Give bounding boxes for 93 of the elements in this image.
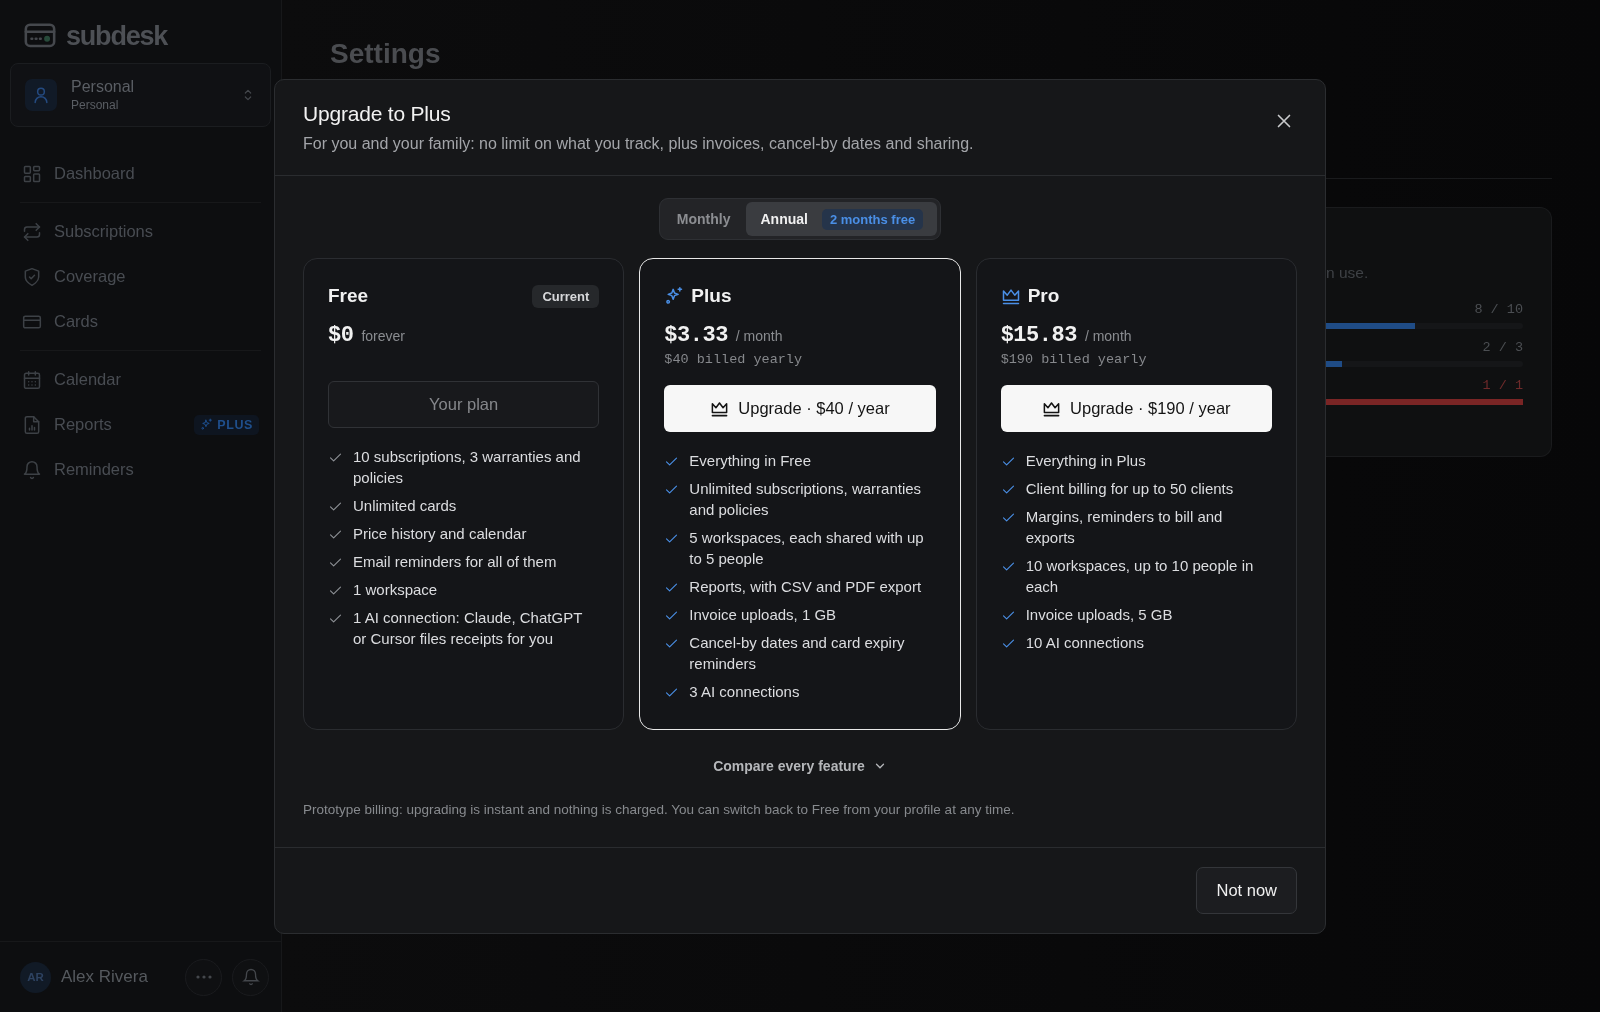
feature-text: 3 AI connections [689,682,800,702]
check-icon [1000,559,1016,574]
check-icon [1000,608,1016,623]
plan-price: $3.33 [664,323,728,348]
modal-title: Upgrade to Plus [303,102,452,126]
price-period: forever [361,328,405,344]
more-button[interactable] [185,958,222,996]
usage-reading: 2 / 3 [1482,340,1523,355]
bell-icon [22,459,42,480]
check-icon [328,527,343,542]
plan-price: $0 [328,323,354,348]
user-name: Alex Rivera [61,967,149,987]
plan-name: Free [328,285,370,307]
feature-text: 10 subscriptions, 3 warranties and policies [353,447,582,488]
billing-option[interactable]: Annual 2 months free [746,202,938,236]
workspace-switcher[interactable]: Personal Personal [10,63,271,127]
billed-note: $40 billed yearly [664,352,804,369]
feature-text: 10 AI connections [1025,633,1145,653]
check-icon [328,450,343,465]
plan-name: Pro [1027,285,1061,307]
feature-text: Unlimited cards [353,496,457,516]
check-icon [664,608,680,623]
plus-badge: PLUS [194,414,259,435]
feature-text: 5 workspaces, each shared with up to 5 people [689,528,925,569]
workspace-type: Personal [71,98,120,112]
compare-features-link[interactable]: Compare every feature [711,756,889,776]
check-icon [664,580,680,595]
logo-text: subdesk [66,20,168,52]
check-icon [1000,482,1016,497]
feature-text: 1 AI connection: Claude, ChatGPT or Cursor files receipts for you [353,608,584,649]
upgrade-button[interactable]: Upgrade · $40 / year [664,385,936,432]
usage-reading: 8 / 10 [1474,302,1523,317]
feature-text: Reports, with CSV and PDF export [689,577,922,597]
user-avatar: AR [20,961,51,993]
current-badge: Current [532,284,600,308]
document-icon [22,414,42,435]
feature-text: Client billing for up to 50 clients [1025,479,1234,499]
check-icon [328,499,343,514]
nav-item[interactable]: Coverage [10,254,271,299]
feature-text: 1 workspace [353,580,438,600]
sparkle-icon [200,418,214,431]
sparkle-icon [664,286,685,306]
bell-icon [241,968,260,986]
nav-item[interactable]: Calendar [10,357,271,402]
plan-price: $15.83 [1000,323,1077,348]
notifications-button[interactable] [232,958,269,996]
user-icon [25,79,57,111]
grid-icon [22,163,42,184]
check-icon [1000,510,1016,525]
feature-text: Invoice uploads, 5 GB [1025,605,1173,625]
feature-text: 10 workspaces, up to 10 people in each [1025,556,1255,597]
modal-subtitle: For you and your family: no limit on what you track, plus invoices, cancel-by dates and sharing. [303,135,975,153]
billing-note: Prototype billing: upgrading is instant and nothing is charged. You can switch back to Free from your profile at any time. [302,802,1016,817]
feature-text: Unlimited subscriptions, warranties and policies [689,479,923,520]
not-now-button[interactable]: Not now [1196,867,1297,914]
calendar-icon [22,369,42,390]
check-icon [1000,636,1016,651]
usage-reading: 1 / 1 [1482,378,1523,393]
feature-text: Everything in Free [689,451,812,471]
shield-icon [22,266,42,287]
crown-icon [1042,399,1062,418]
nav-item[interactable]: Reports PLUS [10,402,271,447]
check-icon [328,611,343,626]
dots-icon [195,975,212,979]
feature-text: Margins, reminders to bill and exports [1025,507,1224,548]
feature-text: Invoice uploads, 1 GB [689,605,837,625]
your-plan-button[interactable]: Your plan [328,381,600,428]
feature-text: Everything in Plus [1025,451,1146,471]
crown-icon [710,399,730,418]
nav-item[interactable]: Dashboard [10,151,271,196]
check-icon [328,583,343,598]
check-icon [664,636,680,651]
nav-item[interactable]: Cards [10,299,271,344]
check-icon [328,555,343,570]
check-icon [1000,454,1016,469]
check-icon [664,531,680,546]
page-title: Settings [330,38,441,70]
arrows-icon [22,221,42,242]
nav-item[interactable]: Subscriptions [10,209,271,254]
feature-text: Price history and calendar [353,524,527,544]
billed-note: $190 billed yearly [1000,352,1148,369]
feature-text: Email reminders for all of them [353,552,557,572]
plan-name: Plus [691,285,733,307]
check-icon [664,685,680,700]
nav-item[interactable]: Reminders [10,447,271,492]
price-period: / month [1084,328,1132,344]
workspace-name: Personal [71,78,136,96]
check-icon [664,454,680,469]
upgrade-button[interactable]: Upgrade · $190 / year [1000,385,1272,432]
check-icon [664,482,680,497]
feature-text: Cancel-by dates and card expiry reminders [689,633,906,674]
billing-option[interactable]: Monthly [662,202,745,236]
price-period: / month [735,328,783,344]
